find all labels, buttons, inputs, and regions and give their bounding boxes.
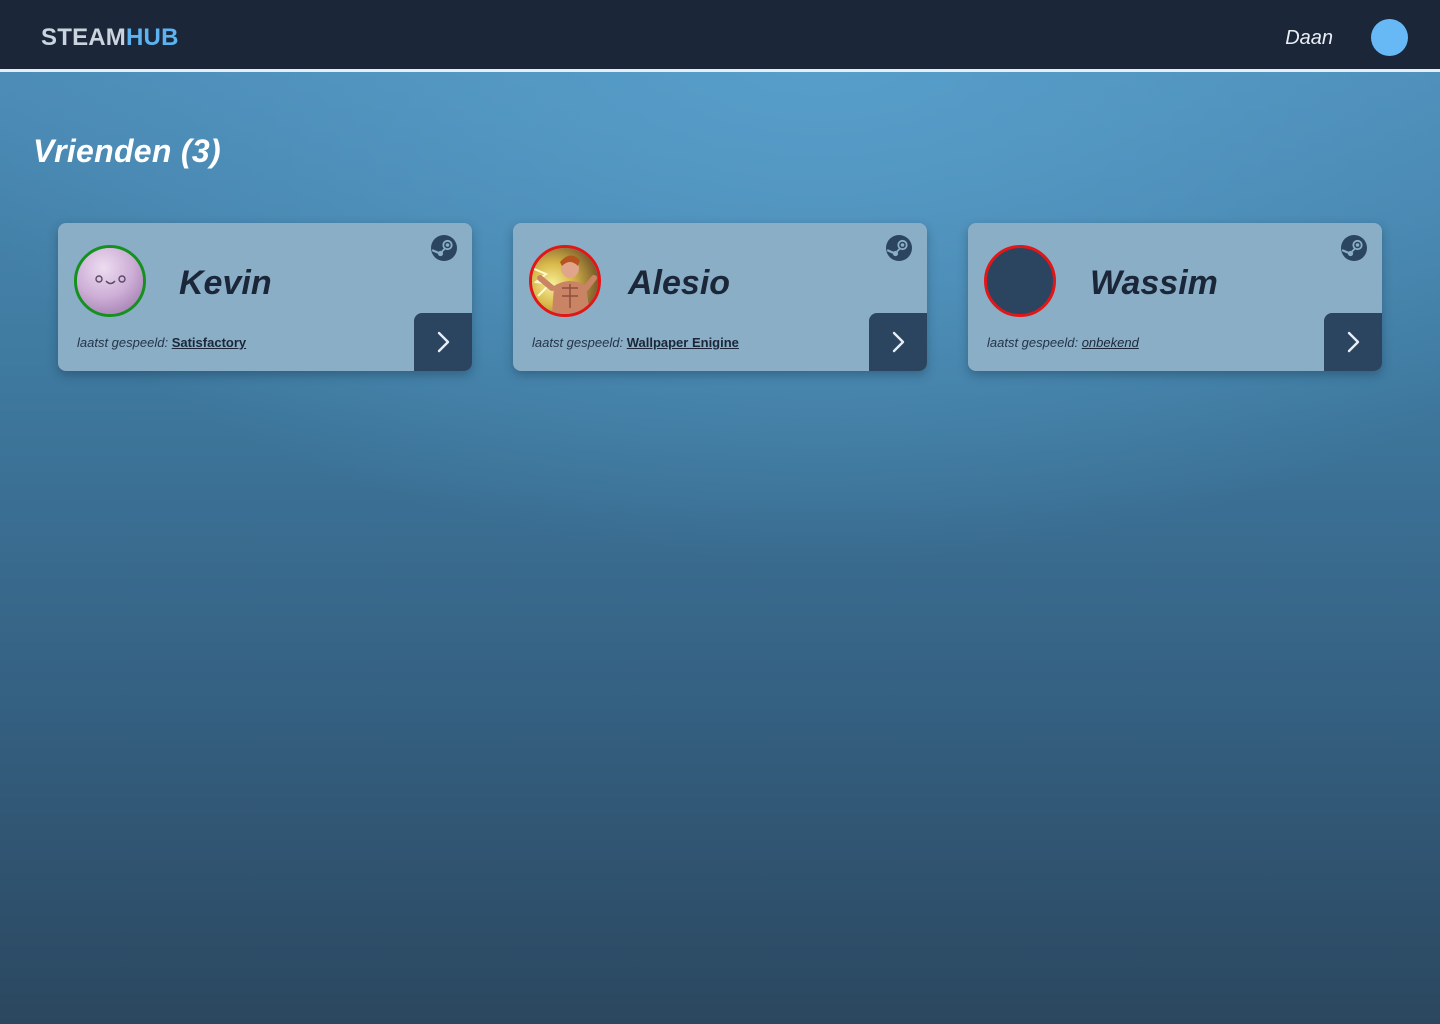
steam-icon[interactable] [886, 235, 912, 261]
friend-name: Wassim [1090, 264, 1218, 302]
friend-card[interactable]: Kevin laatst gespeeld: Satisfactory [58, 223, 472, 371]
open-friend-button[interactable] [869, 313, 927, 371]
app-logo[interactable]: STEAMHUB [41, 24, 179, 52]
last-played-label: laatst gespeeld: [987, 335, 1079, 350]
friend-avatar-placeholder [984, 245, 1056, 317]
steam-icon[interactable] [1341, 235, 1367, 261]
character-avatar-icon [532, 248, 598, 314]
friend-card[interactable]: Wassim laatst gespeeld: onbekend [968, 223, 1382, 371]
friend-name: Kevin [179, 264, 272, 302]
last-played: laatst gespeeld: Satisfactory [77, 335, 246, 351]
logo-text-hub: HUB [126, 24, 179, 51]
last-played-game-link[interactable]: Wallpaper Enigine [627, 335, 739, 350]
friend-avatar [74, 245, 146, 317]
last-played: laatst gespeeld: onbekend [987, 335, 1139, 351]
chevron-right-icon [437, 331, 450, 353]
logo-text-steam: STEAM [41, 24, 126, 51]
friend-avatar [529, 245, 601, 317]
page-title: Vrienden (3) [33, 133, 221, 169]
last-played-label: laatst gespeeld: [532, 335, 624, 350]
open-friend-button[interactable] [414, 313, 472, 371]
steam-icon[interactable] [431, 235, 457, 261]
blob-avatar-icon [77, 248, 143, 314]
user-avatar[interactable] [1371, 19, 1408, 56]
top-navbar: STEAMHUB Daan [0, 0, 1440, 72]
username[interactable]: Daan [1285, 26, 1333, 50]
last-played-game-link[interactable]: Satisfactory [172, 335, 246, 350]
last-played-game-link[interactable]: onbekend [1082, 335, 1139, 350]
friend-name: Alesio [628, 264, 731, 302]
last-played-label: laatst gespeeld: [77, 335, 169, 350]
last-played: laatst gespeeld: Wallpaper Enigine [532, 335, 739, 351]
chevron-right-icon [892, 331, 905, 353]
friend-card[interactable]: Alesio laatst gespeeld: Wallpaper Enigin… [513, 223, 927, 371]
open-friend-button[interactable] [1324, 313, 1382, 371]
chevron-right-icon [1347, 331, 1360, 353]
